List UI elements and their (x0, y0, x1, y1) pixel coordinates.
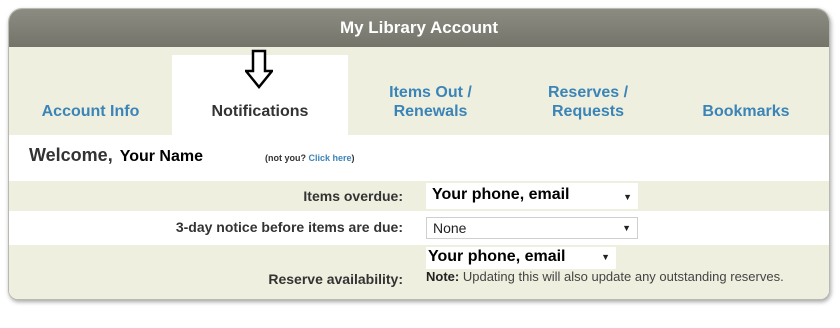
chevron-down-icon: ▼ (622, 223, 631, 233)
notice-label: 3-day notice before items are due: (175, 219, 403, 235)
tab-label: Notifications (211, 103, 309, 120)
tab-account-info[interactable]: Account Info (9, 47, 172, 135)
tab-bar: Account Info Notifications Items Out / R… (9, 47, 829, 135)
notice-value: None (433, 220, 467, 236)
down-arrow-icon (245, 49, 273, 89)
tab-items-out[interactable]: Items Out / Renewals (348, 47, 513, 135)
not-you-text: (not you? Click here) (265, 153, 355, 163)
overdue-label: Items overdue: (303, 188, 403, 204)
welcome-prefix: Welcome, (29, 145, 113, 165)
tab-bookmarks[interactable]: Bookmarks (663, 47, 829, 135)
not-you-prefix: (not you? (265, 153, 306, 163)
panel-title: My Library Account (9, 9, 829, 47)
overdue-select[interactable]: Your phone, email ▼ (426, 183, 638, 209)
tab-label: Account Info (41, 103, 140, 120)
not-you-suffix: ) (351, 153, 355, 163)
notice-row: 3-day notice before items are due: None … (9, 211, 829, 245)
chevron-down-icon: ▼ (623, 192, 632, 202)
library-account-panel: My Library Account Account Info Notifica… (8, 8, 830, 300)
tab-label: Reserves / Requests (547, 84, 629, 120)
click-here-link[interactable]: Click here (309, 153, 352, 163)
reserve-row: Reserve availability: Your phone, email … (9, 245, 829, 299)
chevron-down-icon: ▼ (601, 252, 610, 262)
note-bold: Note: (426, 269, 460, 284)
reserve-value: Your phone, email (428, 248, 566, 265)
welcome-message: Welcome, Your Name (29, 145, 268, 166)
tab-reserves[interactable]: Reserves / Requests (513, 47, 663, 135)
notifications-content: Welcome, Your Name (not you? Click here)… (9, 135, 829, 299)
notice-select[interactable]: None ▼ (426, 217, 638, 239)
overdue-value: Your phone, email (432, 186, 570, 203)
tab-label: Items Out / Renewals (389, 84, 472, 120)
user-name: Your Name (119, 148, 203, 165)
reserve-select[interactable]: Your phone, email ▼ (426, 247, 616, 269)
overdue-row: Items overdue: Your phone, email ▼ (9, 181, 829, 211)
tab-label: Bookmarks (702, 103, 790, 120)
reserve-note: Note: Updating this will also update any… (426, 267, 816, 287)
reserve-label: Reserve availability: (268, 271, 403, 287)
note-text: Updating this will also update any outst… (462, 269, 784, 284)
